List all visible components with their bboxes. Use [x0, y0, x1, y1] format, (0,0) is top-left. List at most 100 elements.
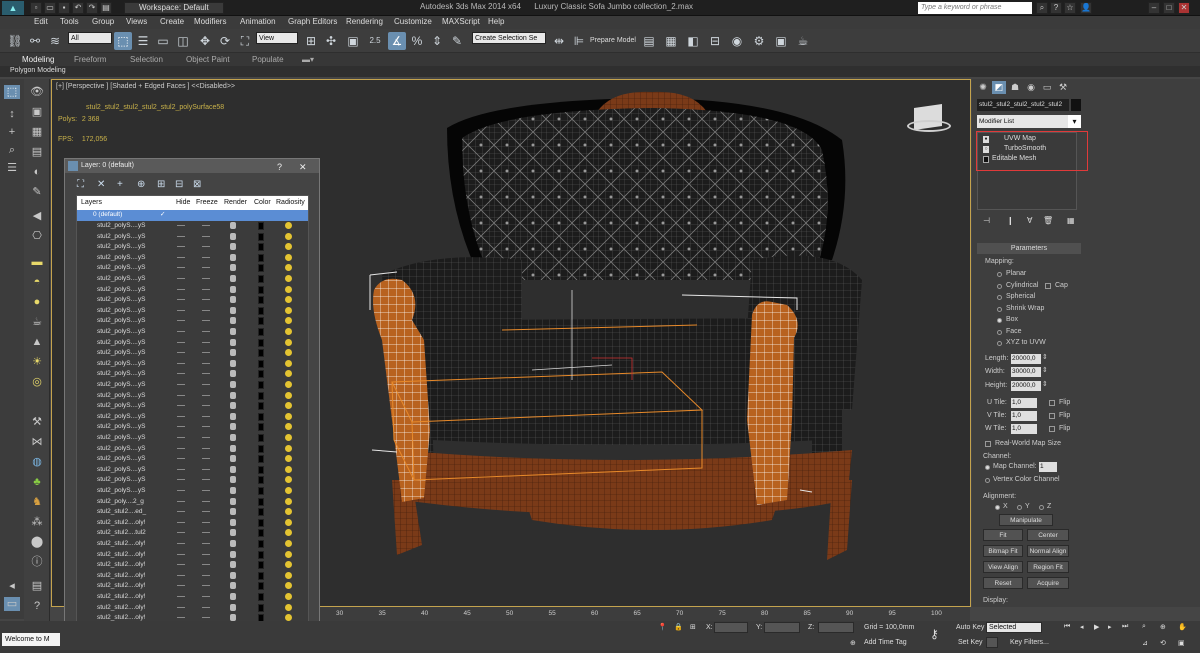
- layer-row[interactable]: stul2_stul2....oly!: [77, 560, 308, 571]
- menu-graph-editors[interactable]: Graph Editors: [288, 17, 337, 26]
- auto-key-button[interactable]: Auto Key: [956, 624, 984, 631]
- delete-layer-icon[interactable]: ✕: [97, 179, 105, 190]
- hide-toggle[interactable]: [177, 362, 185, 364]
- layer-color-swatch[interactable]: [258, 317, 264, 326]
- tab-object-paint[interactable]: Object Paint: [186, 55, 230, 64]
- radiosity-sun-icon[interactable]: [285, 370, 292, 378]
- bitmap-fit-button[interactable]: Bitmap Fit: [983, 545, 1023, 557]
- object-color-swatch[interactable]: [1071, 99, 1081, 111]
- mapping-radio-spherical[interactable]: [997, 295, 1002, 300]
- hide-toggle[interactable]: [177, 564, 185, 566]
- particles-icon[interactable]: ⁂: [29, 515, 45, 529]
- layer-color-swatch[interactable]: [258, 349, 264, 358]
- mapping-radio-face[interactable]: [997, 329, 1002, 335]
- hide-toggle[interactable]: [177, 585, 185, 587]
- render-setup-icon[interactable]: ⚙: [750, 32, 768, 50]
- render-teapot-icon[interactable]: [230, 296, 236, 304]
- highlight-layer-icon[interactable]: ⊞: [157, 179, 165, 190]
- timeline-ruler[interactable]: 30 35 40 45 50 55 60 65 70 75 80 85 90 95 100: [320, 607, 970, 621]
- freeze-toggle[interactable]: [202, 309, 210, 311]
- layer-row[interactable]: stul2_polyS....yS: [77, 475, 308, 486]
- material-editor-icon[interactable]: ◉: [728, 32, 746, 50]
- freeze-toggle[interactable]: [202, 437, 210, 438]
- radiosity-sun-icon[interactable]: [285, 264, 292, 272]
- hide-toggle[interactable]: [177, 437, 185, 438]
- selection-lock-icon[interactable]: 🔒: [674, 623, 683, 631]
- paint-icon[interactable]: ✎: [29, 185, 45, 199]
- layer-row[interactable]: stul2_polyS....yS: [77, 263, 308, 274]
- edit-named-selection-icon[interactable]: ✎: [448, 32, 466, 50]
- viewport-layout-icon[interactable]: ▭: [4, 597, 20, 611]
- move-icon[interactable]: ✥: [196, 32, 214, 50]
- orbit-icon[interactable]: ⟲: [1160, 639, 1166, 647]
- render-teapot-icon[interactable]: [230, 264, 236, 272]
- freeze-toggle[interactable]: [202, 278, 210, 279]
- render-teapot-icon[interactable]: [230, 561, 236, 569]
- hide-toggle[interactable]: [177, 267, 185, 269]
- cone-icon[interactable]: ▲: [29, 335, 45, 349]
- col-radiosity[interactable]: Radiosity: [276, 199, 305, 206]
- axis-y-radio[interactable]: [1017, 505, 1022, 510]
- layer-color-swatch[interactable]: [258, 285, 264, 294]
- utilities-tab-icon[interactable]: ⚒: [1056, 81, 1070, 94]
- vertex-color-radio[interactable]: [985, 478, 990, 483]
- freeze-toggle[interactable]: [202, 384, 210, 385]
- set-key-button[interactable]: Set Key: [958, 639, 983, 646]
- mapping-radio-shrink-wrap[interactable]: [997, 306, 1002, 312]
- pivot-center-icon[interactable]: ⊞: [302, 32, 320, 50]
- render-teapot-icon[interactable]: [230, 275, 236, 282]
- network-icon[interactable]: ⋈: [29, 435, 45, 449]
- hide-toggle[interactable]: [177, 299, 185, 301]
- radiosity-sun-icon[interactable]: [285, 285, 292, 293]
- goto-end-icon[interactable]: ⏭: [1122, 623, 1128, 631]
- info-icon[interactable]: ⓘ: [29, 555, 45, 569]
- select-and-link-icon[interactable]: ⛓: [6, 32, 24, 50]
- star-icon[interactable]: ☆: [1064, 2, 1076, 14]
- axis-x-radio[interactable]: [995, 505, 1000, 510]
- radiosity-sun-icon[interactable]: [285, 222, 292, 229]
- hide-toggle[interactable]: [177, 278, 185, 279]
- hide-toggle[interactable]: [177, 543, 185, 544]
- render-teapot-icon[interactable]: [230, 232, 236, 240]
- menu-views[interactable]: Views: [126, 17, 147, 26]
- globe-icon[interactable]: ◍: [29, 455, 45, 469]
- help-icon[interactable]: ?: [1050, 2, 1062, 14]
- zoom-tool-icon[interactable]: ⌕: [4, 143, 20, 157]
- layer-color-swatch[interactable]: [258, 264, 264, 273]
- height-field[interactable]: 20000,0: [1011, 381, 1041, 391]
- layer-row[interactable]: stul2_stul2....oly!: [77, 518, 308, 529]
- freeze-toggle[interactable]: [202, 511, 210, 513]
- render-teapot-icon[interactable]: [230, 603, 236, 611]
- render-teapot-icon[interactable]: [230, 317, 236, 325]
- layer-row[interactable]: stul2_polyS....yS: [77, 253, 308, 264]
- col-color[interactable]: Color: [254, 199, 271, 206]
- real-world-checkbox[interactable]: [985, 441, 991, 447]
- normal-align-button[interactable]: Normal Align: [1027, 545, 1069, 557]
- render-teapot-icon[interactable]: [230, 593, 236, 600]
- select-object-icon[interactable]: ⬚: [114, 32, 132, 50]
- render-teapot-icon[interactable]: [230, 338, 236, 346]
- hide-toggle[interactable]: [177, 394, 185, 396]
- layer-color-swatch[interactable]: [258, 455, 264, 464]
- hide-toggle[interactable]: [177, 352, 185, 354]
- next-frame-icon[interactable]: ▸: [1108, 623, 1112, 631]
- menu-create[interactable]: Create: [160, 17, 184, 26]
- search-icon[interactable]: ⌕: [1036, 2, 1048, 14]
- radiosity-sun-icon[interactable]: [285, 253, 292, 261]
- freeze-toggle[interactable]: [202, 543, 210, 544]
- radiosity-sun-icon[interactable]: [285, 571, 292, 579]
- mapping-radio-xyz-to-uvw[interactable]: [997, 341, 1002, 346]
- previous-frame-icon[interactable]: ◂: [1080, 623, 1084, 631]
- menu-customize[interactable]: Customize: [394, 17, 432, 26]
- layer-color-swatch[interactable]: [258, 359, 264, 368]
- render-teapot-icon[interactable]: [230, 253, 236, 261]
- v-flip-checkbox[interactable]: [1049, 413, 1055, 419]
- render-teapot-icon[interactable]: [230, 497, 236, 505]
- freeze-toggle[interactable]: [202, 394, 210, 396]
- layer-color-swatch[interactable]: [258, 370, 264, 379]
- parameters-header[interactable]: Parameters: [977, 243, 1081, 254]
- u-flip-checkbox[interactable]: [1049, 400, 1055, 406]
- motion-tab-icon[interactable]: ◉: [1024, 81, 1038, 94]
- freeze-toggle[interactable]: [202, 521, 210, 523]
- layer-color-swatch[interactable]: [258, 603, 264, 612]
